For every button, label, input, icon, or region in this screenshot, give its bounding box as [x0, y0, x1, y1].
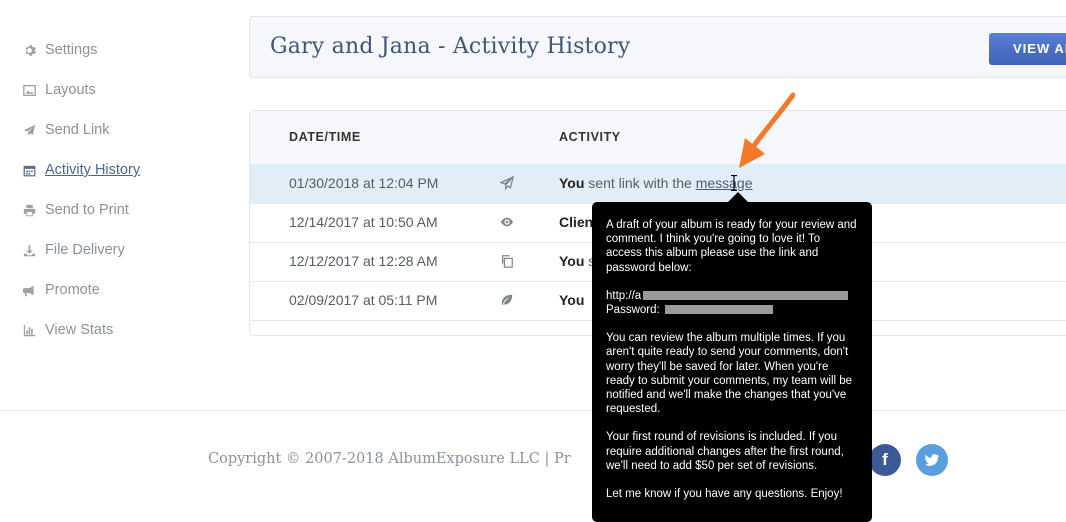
- redacted-password: [664, 305, 773, 315]
- calendar-icon: [22, 163, 36, 177]
- paper-plane-icon: [22, 123, 36, 137]
- redacted-url: [643, 291, 849, 301]
- sidebar-item-activity-history[interactable]: Activity History: [22, 150, 222, 190]
- column-header-date: DATE/TIME: [289, 130, 361, 144]
- page-title: Gary and Jana - Activity History: [270, 34, 631, 59]
- sidebar-item-send-to-print[interactable]: Send to Print: [22, 190, 222, 230]
- row-date: 01/30/2018 at 12:04 PM: [289, 175, 439, 191]
- view-album-button[interactable]: VIEW AL: [989, 33, 1066, 65]
- tooltip-url: http://a: [606, 289, 642, 302]
- sidebar-item-label: File Delivery: [45, 242, 125, 258]
- table-row: 01/30/2018 at 12:04 PM You sent link wit…: [250, 164, 1066, 204]
- row-actor: You: [559, 292, 585, 308]
- sidebar-item-label: View Stats: [45, 322, 114, 338]
- sidebar-item-send-link[interactable]: Send Link: [22, 110, 222, 150]
- sidebar-item-label: Settings: [45, 42, 98, 58]
- message-link[interactable]: message: [696, 175, 753, 191]
- row-date: 02/09/2017 at 05:11 PM: [289, 292, 438, 308]
- tooltip-paragraph: Your first round of revisions is include…: [606, 431, 844, 472]
- tooltip-password-line: Password:: [606, 303, 858, 317]
- sidebar-item-settings[interactable]: Settings: [22, 30, 222, 70]
- sidebar-item-view-stats[interactable]: View Stats: [22, 310, 222, 350]
- download-icon: [22, 243, 36, 257]
- sidebar-item-layouts[interactable]: Layouts: [22, 70, 222, 110]
- bar-chart-icon: [22, 323, 36, 337]
- page-header: Gary and Jana - Activity History VIEW AL: [249, 16, 1066, 78]
- column-header-activity: ACTIVITY: [559, 130, 621, 144]
- tooltip-paragraph: A draft of your album is ready for your …: [606, 219, 857, 274]
- sidebar: Settings Layouts Send Link Activity Hist…: [22, 30, 222, 350]
- row-activity: You sent link with the message: [559, 175, 753, 191]
- row-activity-text: sent link with the: [588, 175, 696, 191]
- eye-icon: [500, 215, 515, 230]
- gear-icon: [22, 43, 36, 57]
- sidebar-item-label: Send Link: [45, 122, 110, 138]
- annotation-arrow-icon: [739, 92, 796, 168]
- leaf-icon: [500, 293, 515, 308]
- row-actor: You: [559, 175, 585, 191]
- row-actor: You: [559, 253, 585, 269]
- printer-icon: [22, 203, 36, 217]
- paper-plane-icon: [499, 175, 515, 191]
- megaphone-icon: [22, 283, 36, 297]
- row-activity: You: [559, 292, 584, 308]
- tooltip-password: Password:: [606, 304, 663, 317]
- row-date: 12/14/2017 at 10:50 AM: [289, 214, 438, 230]
- copy-icon: [500, 254, 515, 269]
- sidebar-item-label: Activity History: [45, 162, 141, 178]
- row-activity: You s: [559, 253, 595, 269]
- tooltip-paragraph: Let me know if you have any questions. E…: [606, 488, 843, 501]
- tooltip-paragraph: You can review the album multiple times.…: [606, 332, 853, 416]
- tooltip-url-line: http://a: [606, 289, 858, 303]
- sidebar-item-label: Send to Print: [45, 202, 129, 218]
- message-tooltip: A draft of your album is ready for your …: [592, 202, 872, 522]
- sidebar-item-label: Promote: [45, 282, 100, 298]
- row-actor: Clien: [559, 214, 594, 230]
- image-icon: [22, 83, 36, 97]
- table-header: DATE/TIME ACTIVITY: [250, 111, 1066, 165]
- row-activity: Clien: [559, 214, 593, 230]
- tooltip-caret: [728, 192, 748, 202]
- facebook-icon[interactable]: f: [869, 444, 901, 476]
- text-cursor-icon: [731, 175, 737, 191]
- sidebar-item-label: Layouts: [45, 82, 96, 98]
- sidebar-item-file-delivery[interactable]: File Delivery: [22, 230, 222, 270]
- sidebar-item-promote[interactable]: Promote: [22, 270, 222, 310]
- copyright-text: Copyright © 2007-2018 AlbumExposure LLC …: [208, 451, 571, 467]
- twitter-icon[interactable]: [916, 444, 948, 476]
- footer-divider: [0, 410, 1066, 411]
- row-date: 12/12/2017 at 12:28 AM: [289, 253, 438, 269]
